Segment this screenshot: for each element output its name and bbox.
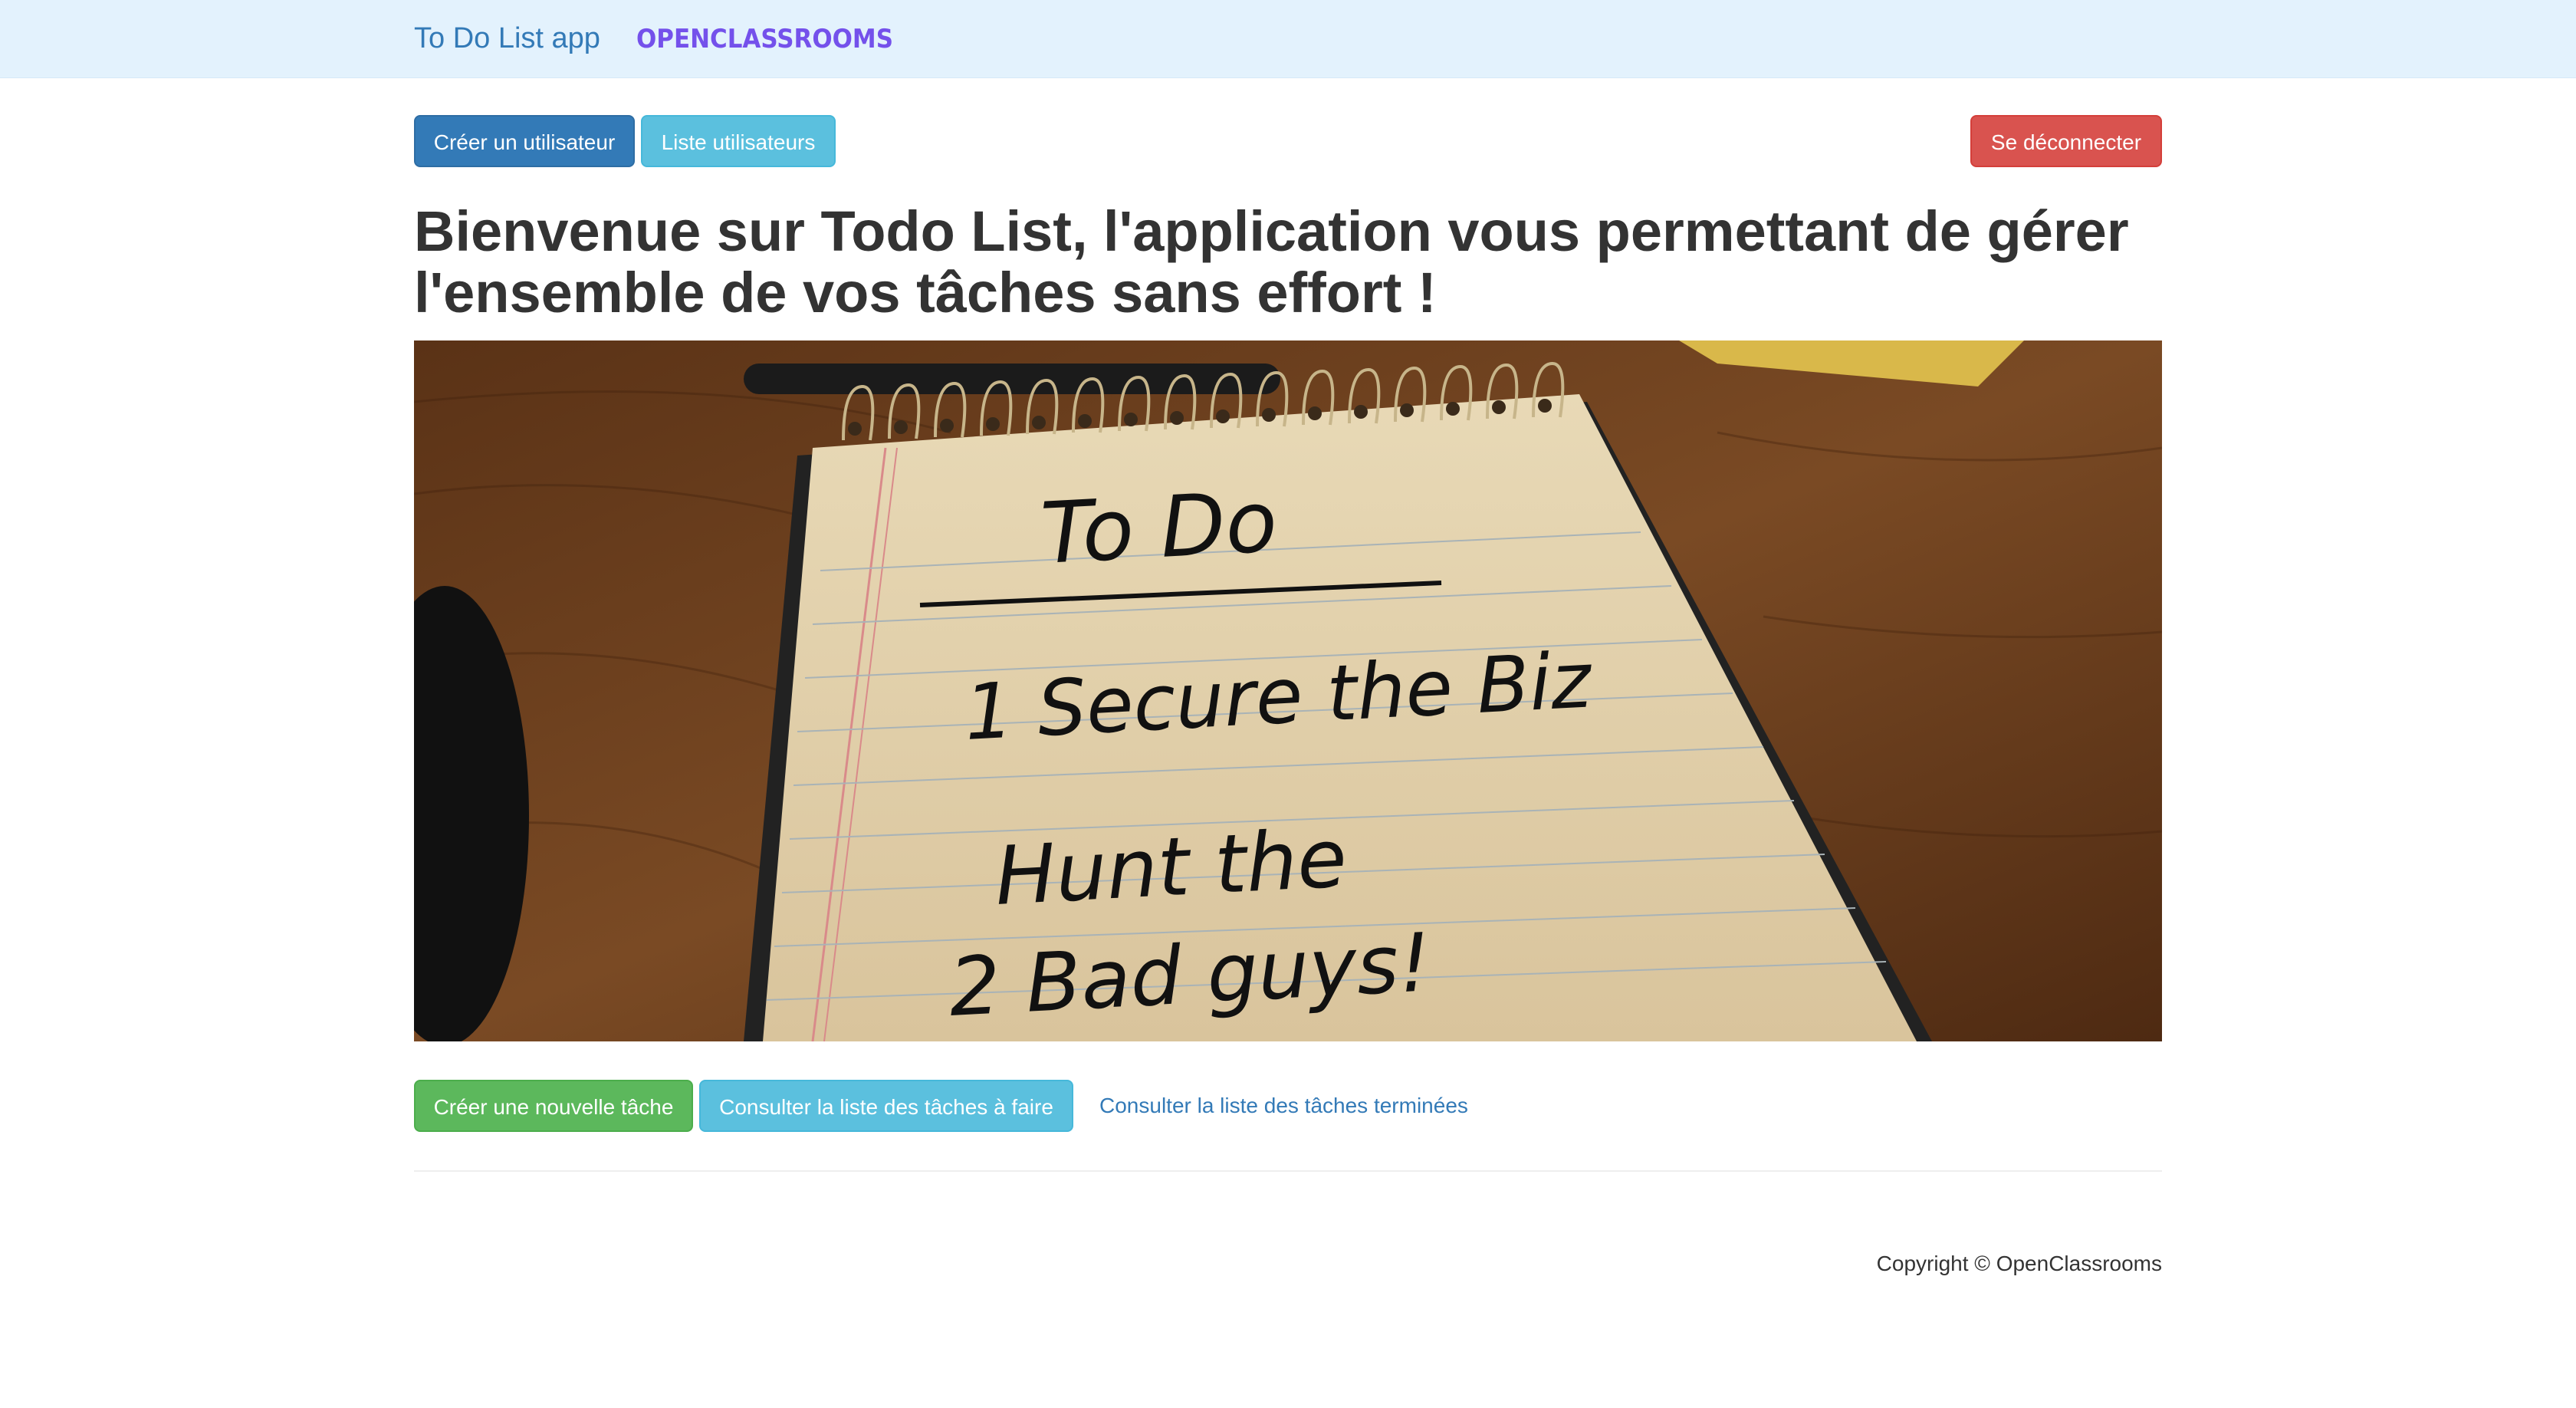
note-line-3: Hunt the [993, 811, 1349, 923]
note-line-1: To Do [1039, 472, 1280, 583]
hero-image: To Do 1 Secure the Biz Hunt the 2 Bad gu… [414, 340, 2162, 1041]
page-title-line-1: Bienvenue sur Todo List, l'application v… [414, 199, 2129, 263]
todo-list-button[interactable]: Consulter la liste des tâches à faire [699, 1080, 1073, 1132]
divider [414, 1170, 2162, 1172]
done-list-link[interactable]: Consulter la liste des tâches terminées [1099, 1080, 1468, 1132]
list-users-button[interactable]: Liste utilisateurs [641, 115, 836, 167]
svg-text:OPENCLASSROOMS: OPENCLASSROOMS [636, 24, 893, 54]
openclassrooms-logo[interactable]: OPENCLASSROOMS [636, 23, 897, 61]
logout-button[interactable]: Se déconnecter [1970, 115, 2162, 167]
brand-link[interactable]: To Do List app [414, 20, 600, 57]
page-title-line-2: l'ensemble de vos tâches sans effort ! [414, 261, 1437, 324]
page-title: Bienvenue sur Todo List, l'application v… [414, 201, 2162, 324]
todo-notepad-illustration: To Do 1 Secure the Biz Hunt the 2 Bad gu… [414, 340, 2162, 1041]
navbar: To Do List app OPENCLASSROOMS [0, 0, 2576, 78]
create-task-button[interactable]: Créer une nouvelle tâche [414, 1080, 693, 1132]
footer-copyright: Copyright © OpenClassrooms [1876, 1252, 2162, 1275]
openclassrooms-logo-icon: OPENCLASSROOMS [636, 24, 893, 54]
create-user-button[interactable]: Créer un utilisateur [414, 115, 635, 167]
